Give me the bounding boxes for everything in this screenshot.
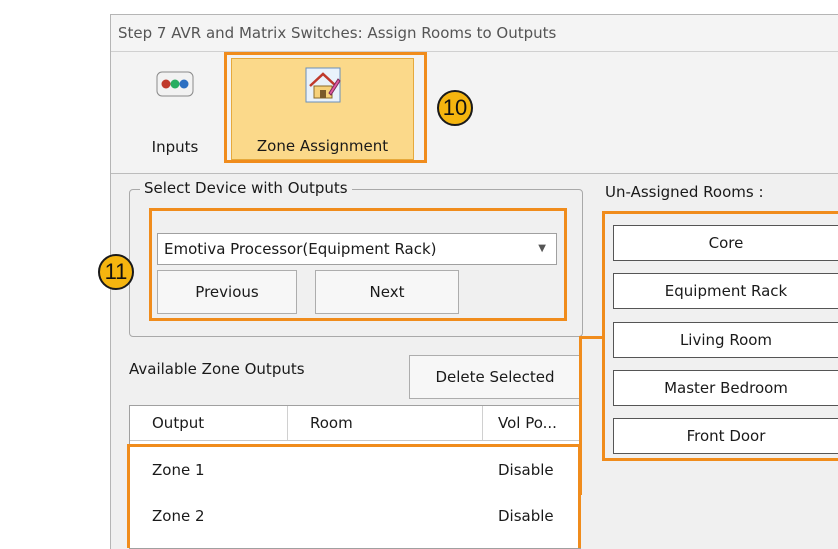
table-row[interactable]: Zone 2 Disable: [130, 498, 580, 538]
room-item[interactable]: Front Door: [613, 418, 838, 454]
room-item[interactable]: Master Bedroom: [613, 370, 838, 406]
connector-vertical: [579, 336, 582, 495]
combo-arrow-icon[interactable]: ▼: [538, 234, 546, 264]
available-zone-outputs-label: Available Zone Outputs: [129, 360, 305, 378]
previous-button[interactable]: Previous: [157, 270, 297, 314]
room-item[interactable]: Equipment Rack: [613, 273, 838, 309]
row-output: Zone 1: [152, 461, 205, 479]
zone-assignment-label: Zone Assignment: [256, 137, 389, 155]
column-header-room[interactable]: Room: [310, 414, 353, 432]
ribbon: Inputs Zone Assignment: [111, 52, 838, 174]
wizard-window: Step 7 AVR and Matrix Switches: Assign R…: [110, 14, 838, 549]
inputs-ribbon-button[interactable]: Inputs: [141, 58, 209, 160]
column-header-vol[interactable]: Vol Po...: [498, 414, 557, 432]
room-item[interactable]: Living Room: [613, 322, 838, 358]
table-header: Output Room Vol Po...: [130, 406, 580, 441]
unassigned-rooms-label: Un-Assigned Rooms :: [605, 183, 764, 201]
inputs-dots-icon: [155, 64, 195, 104]
room-item[interactable]: Core: [613, 225, 838, 261]
callout-badge-10: 10: [437, 90, 473, 126]
window-title: Step 7 AVR and Matrix Switches: Assign R…: [111, 15, 838, 52]
connector-top: [579, 336, 604, 339]
zone-assignment-ribbon-button[interactable]: Zone Assignment: [231, 58, 414, 160]
next-button[interactable]: Next: [315, 270, 459, 314]
zone-outputs-table: Output Room Vol Po... Zone 1 Disable Zon…: [129, 405, 581, 549]
device-select-value: Emotiva Processor(Equipment Rack): [164, 240, 437, 258]
delete-selected-button[interactable]: Delete Selected: [409, 355, 581, 399]
row-output: Zone 2: [152, 507, 205, 525]
connector-bottom: [579, 492, 582, 495]
table-row[interactable]: Zone 1 Disable: [130, 452, 580, 492]
row-vol: Disable: [498, 461, 554, 479]
inputs-label: Inputs: [151, 138, 199, 156]
column-header-output[interactable]: Output: [152, 414, 204, 432]
select-device-group-title: Select Device with Outputs: [140, 179, 352, 197]
device-select[interactable]: Emotiva Processor(Equipment Rack) ▼: [157, 233, 557, 265]
zone-house-pencil-icon: [303, 65, 343, 105]
row-vol: Disable: [498, 507, 554, 525]
callout-badge-11: 11: [98, 254, 134, 290]
